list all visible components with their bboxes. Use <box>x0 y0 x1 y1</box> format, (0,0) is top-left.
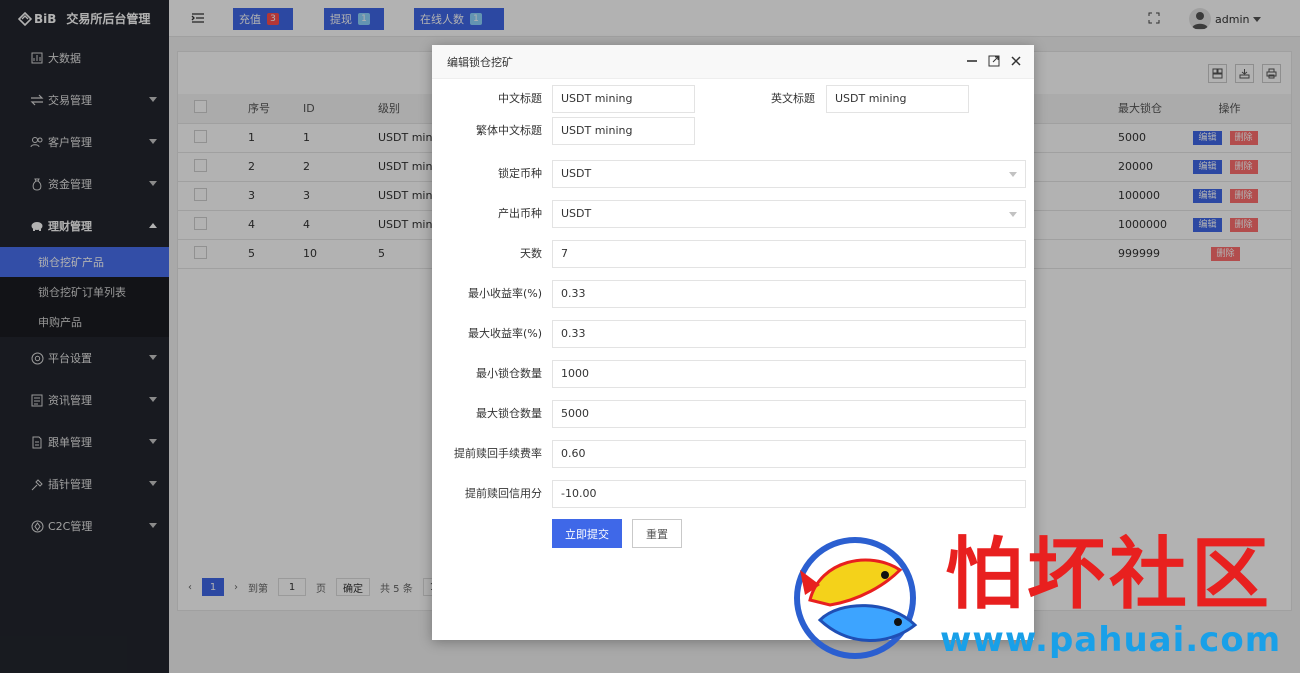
output-coin-value: USDT <box>561 207 592 220</box>
maximize-icon[interactable] <box>988 55 1000 67</box>
close-icon[interactable] <box>1010 55 1022 67</box>
modal-header: 编辑锁仓挖矿 <box>432 45 1034 79</box>
submit-button[interactable]: 立即提交 <box>552 519 622 548</box>
days-label: 天数 <box>520 247 542 260</box>
output-coin-select[interactable]: USDT <box>552 200 1026 228</box>
watermark-text: 怕坏社区 <box>945 529 1274 620</box>
title-cn-input[interactable]: USDT mining <box>552 85 695 113</box>
early-credit-label: 提前赎回信用分 <box>465 487 542 500</box>
lock-coin-value: USDT <box>561 167 592 180</box>
max-rate-input[interactable]: 0.33 <box>552 320 1026 348</box>
output-coin-label: 产出币种 <box>498 207 542 220</box>
min-rate-input[interactable]: 0.33 <box>552 280 1026 308</box>
early-credit-input[interactable]: -10.00 <box>552 480 1026 508</box>
days-input[interactable]: 7 <box>552 240 1026 268</box>
early-fee-label: 提前赎回手续费率 <box>454 447 542 460</box>
min-amount-input[interactable]: 1000 <box>552 360 1026 388</box>
title-en-label: 英文标题 <box>771 92 815 105</box>
modal-title: 编辑锁仓挖矿 <box>447 55 513 69</box>
modal-controls <box>966 55 1022 67</box>
minimize-icon[interactable] <box>966 55 978 67</box>
max-amount-input[interactable]: 5000 <box>552 400 1026 428</box>
min-rate-label: 最小收益率(%) <box>467 287 542 300</box>
chevron-down-icon <box>1009 172 1017 177</box>
title-cn-label: 中文标题 <box>498 92 542 105</box>
app-root: BiB 交易所后台管理 大数据 交易管理 客户管理 资金管理 理财管理 锁仓挖矿… <box>0 0 1300 673</box>
max-rate-label: 最大收益率(%) <box>467 327 542 340</box>
title-en-input[interactable]: USDT mining <box>826 85 969 113</box>
title-tw-input[interactable]: USDT mining <box>552 117 695 145</box>
lock-coin-select[interactable]: USDT <box>552 160 1026 188</box>
fish-logo-icon <box>794 537 918 659</box>
chevron-down-icon <box>1009 212 1017 217</box>
title-tw-label: 繁体中文标题 <box>476 124 542 137</box>
watermark-url: www.pahuai.com <box>940 620 1282 660</box>
max-amount-label: 最大锁仓数量 <box>476 407 542 420</box>
early-fee-input[interactable]: 0.60 <box>552 440 1026 468</box>
min-amount-label: 最小锁仓数量 <box>476 367 542 380</box>
watermark: 怕坏社区 www.pahuai.com <box>790 530 1295 665</box>
reset-button[interactable]: 重置 <box>632 519 682 548</box>
lock-coin-label: 锁定币种 <box>498 167 542 180</box>
